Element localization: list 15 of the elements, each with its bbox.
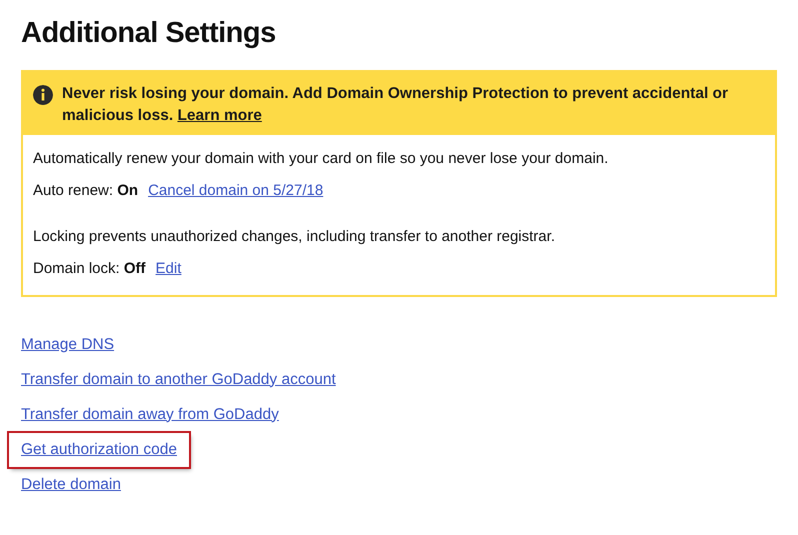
- notice-text: Never risk losing your domain. Add Domain Ownership Protection to prevent accidental or malicious loss. Learn more: [62, 84, 730, 126]
- setting-status: Domain lock: Off: [33, 259, 146, 279]
- domain-action-link[interactable]: Transfer domain away from GoDaddy: [21, 400, 279, 430]
- setting-action-link[interactable]: Cancel domain on 5/27/18: [148, 181, 324, 201]
- setting-description: Locking prevents unauthorized changes, including transfer to another registrar.: [33, 227, 556, 247]
- domain-action-link[interactable]: Delete domain: [21, 470, 121, 500]
- page-title: Additional Settings: [21, 16, 277, 51]
- domain-action-link[interactable]: Get authorization code: [9, 432, 189, 466]
- setting-status: Auto renew: On: [33, 181, 138, 201]
- setting-action-link[interactable]: Edit: [156, 259, 182, 279]
- info-icon: [33, 85, 53, 105]
- learn-more-link[interactable]: Learn more: [177, 107, 262, 124]
- setting-description: Automatically renew your domain with your card on file so you never lose your domain.: [33, 149, 610, 169]
- domain-action-link[interactable]: Transfer domain to another GoDaddy account: [21, 364, 336, 394]
- domain-action-link[interactable]: Manage DNS: [21, 330, 114, 360]
